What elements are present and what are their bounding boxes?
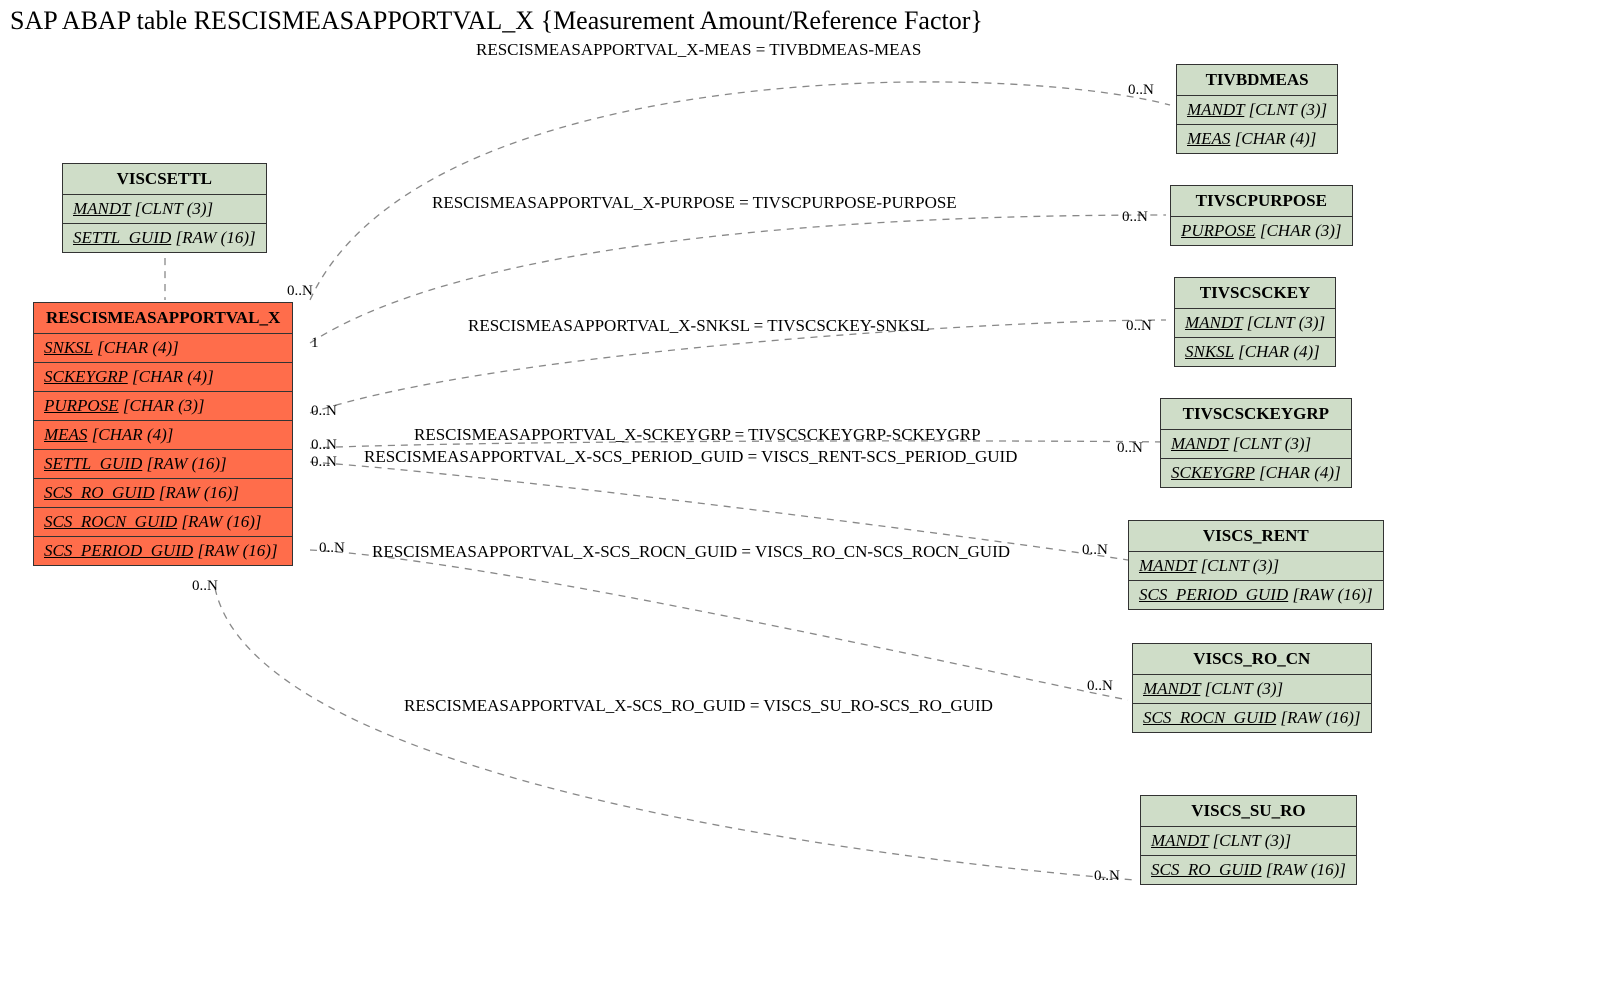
relation-label: RESCISMEASAPPORTVAL_X-SCS_PERIOD_GUID = … — [364, 447, 1017, 467]
entity-header: TIVSCSCKEYGRP — [1161, 399, 1351, 430]
field-row: SCS_PERIOD_GUID [RAW (16)] — [1129, 581, 1383, 609]
relation-label: RESCISMEASAPPORTVAL_X-SCS_ROCN_GUID = VI… — [372, 542, 1010, 562]
field-row: PURPOSE [CHAR (3)] — [1171, 217, 1352, 245]
field-row: SCKEYGRP [CHAR (4)] — [34, 363, 292, 392]
page-title: SAP ABAP table RESCISMEASAPPORTVAL_X {Me… — [10, 6, 983, 36]
cardinality: 0..N — [1117, 440, 1143, 457]
entity-header: VISCS_SU_RO — [1141, 796, 1356, 827]
entity-tivscsckeygrp: TIVSCSCKEYGRP MANDT [CLNT (3)] SCKEYGRP … — [1160, 398, 1352, 488]
entity-viscs-rent: VISCS_RENT MANDT [CLNT (3)] SCS_PERIOD_G… — [1128, 520, 1384, 610]
cardinality: 0..N — [311, 403, 337, 420]
entity-viscsettl: VISCSETTL MANDT [CLNT (3)] SETTL_GUID [R… — [62, 163, 267, 253]
field-row: MANDT [CLNT (3)] — [1161, 430, 1351, 459]
field-row: SCS_RO_GUID [RAW (16)] — [34, 479, 292, 508]
relation-label: RESCISMEASAPPORTVAL_X-PURPOSE = TIVSCPUR… — [432, 193, 957, 213]
field-row: SCS_PERIOD_GUID [RAW (16)] — [34, 537, 292, 565]
field-row: SETTL_GUID [RAW (16)] — [63, 224, 266, 252]
entity-tivbdmeas: TIVBDMEAS MANDT [CLNT (3)] MEAS [CHAR (4… — [1176, 64, 1338, 154]
field-row: MEAS [CHAR (4)] — [1177, 125, 1337, 153]
entity-header: VISCS_RENT — [1129, 521, 1383, 552]
cardinality: 0..N — [192, 578, 218, 595]
field-row: MANDT [CLNT (3)] — [1177, 96, 1337, 125]
field-row: MANDT [CLNT (3)] — [1133, 675, 1371, 704]
relation-label: RESCISMEASAPPORTVAL_X-MEAS = TIVBDMEAS-M… — [476, 40, 921, 60]
cardinality: 0..N — [1087, 678, 1113, 695]
entity-header: TIVBDMEAS — [1177, 65, 1337, 96]
field-row: MANDT [CLNT (3)] — [1141, 827, 1356, 856]
field-row: SETTL_GUID [RAW (16)] — [34, 450, 292, 479]
cardinality: 0..N — [1082, 542, 1108, 559]
field-row: MANDT [CLNT (3)] — [63, 195, 266, 224]
relation-label: RESCISMEASAPPORTVAL_X-SCKEYGRP = TIVSCSC… — [414, 425, 981, 445]
entity-header: VISCS_RO_CN — [1133, 644, 1371, 675]
entity-tivscpurpose: TIVSCPURPOSE PURPOSE [CHAR (3)] — [1170, 185, 1353, 246]
entity-viscs-ro-cn: VISCS_RO_CN MANDT [CLNT (3)] SCS_ROCN_GU… — [1132, 643, 1372, 733]
entity-tivscsckey: TIVSCSCKEY MANDT [CLNT (3)] SNKSL [CHAR … — [1174, 277, 1336, 367]
field-row: SNKSL [CHAR (4)] — [34, 334, 292, 363]
relation-label: RESCISMEASAPPORTVAL_X-SCS_RO_GUID = VISC… — [404, 696, 993, 716]
cardinality: 0..N — [1126, 318, 1152, 335]
field-row: MANDT [CLNT (3)] — [1175, 309, 1335, 338]
entity-header: TIVSCSCKEY — [1175, 278, 1335, 309]
cardinality: 0..N — [1122, 209, 1148, 226]
field-row: SCS_RO_GUID [RAW (16)] — [1141, 856, 1356, 884]
cardinality: 0..N — [319, 540, 345, 557]
cardinality: 0..N — [311, 437, 337, 454]
cardinality: 0..N — [311, 454, 337, 471]
entity-header: VISCSETTL — [63, 164, 266, 195]
field-row: MEAS [CHAR (4)] — [34, 421, 292, 450]
entity-main: RESCISMEASAPPORTVAL_X SNKSL [CHAR (4)] S… — [33, 302, 293, 566]
cardinality: 0..N — [287, 283, 313, 300]
field-row: SCS_ROCN_GUID [RAW (16)] — [34, 508, 292, 537]
field-row: SCS_ROCN_GUID [RAW (16)] — [1133, 704, 1371, 732]
field-row: SNKSL [CHAR (4)] — [1175, 338, 1335, 366]
relation-label: RESCISMEASAPPORTVAL_X-SNKSL = TIVSCSCKEY… — [468, 316, 930, 336]
cardinality: 1 — [311, 335, 319, 352]
field-row: MANDT [CLNT (3)] — [1129, 552, 1383, 581]
field-row: SCKEYGRP [CHAR (4)] — [1161, 459, 1351, 487]
cardinality: 0..N — [1128, 82, 1154, 99]
entity-viscs-su-ro: VISCS_SU_RO MANDT [CLNT (3)] SCS_RO_GUID… — [1140, 795, 1357, 885]
cardinality: 0..N — [1094, 868, 1120, 885]
field-row: PURPOSE [CHAR (3)] — [34, 392, 292, 421]
entity-header: TIVSCPURPOSE — [1171, 186, 1352, 217]
entity-header: RESCISMEASAPPORTVAL_X — [34, 303, 292, 334]
